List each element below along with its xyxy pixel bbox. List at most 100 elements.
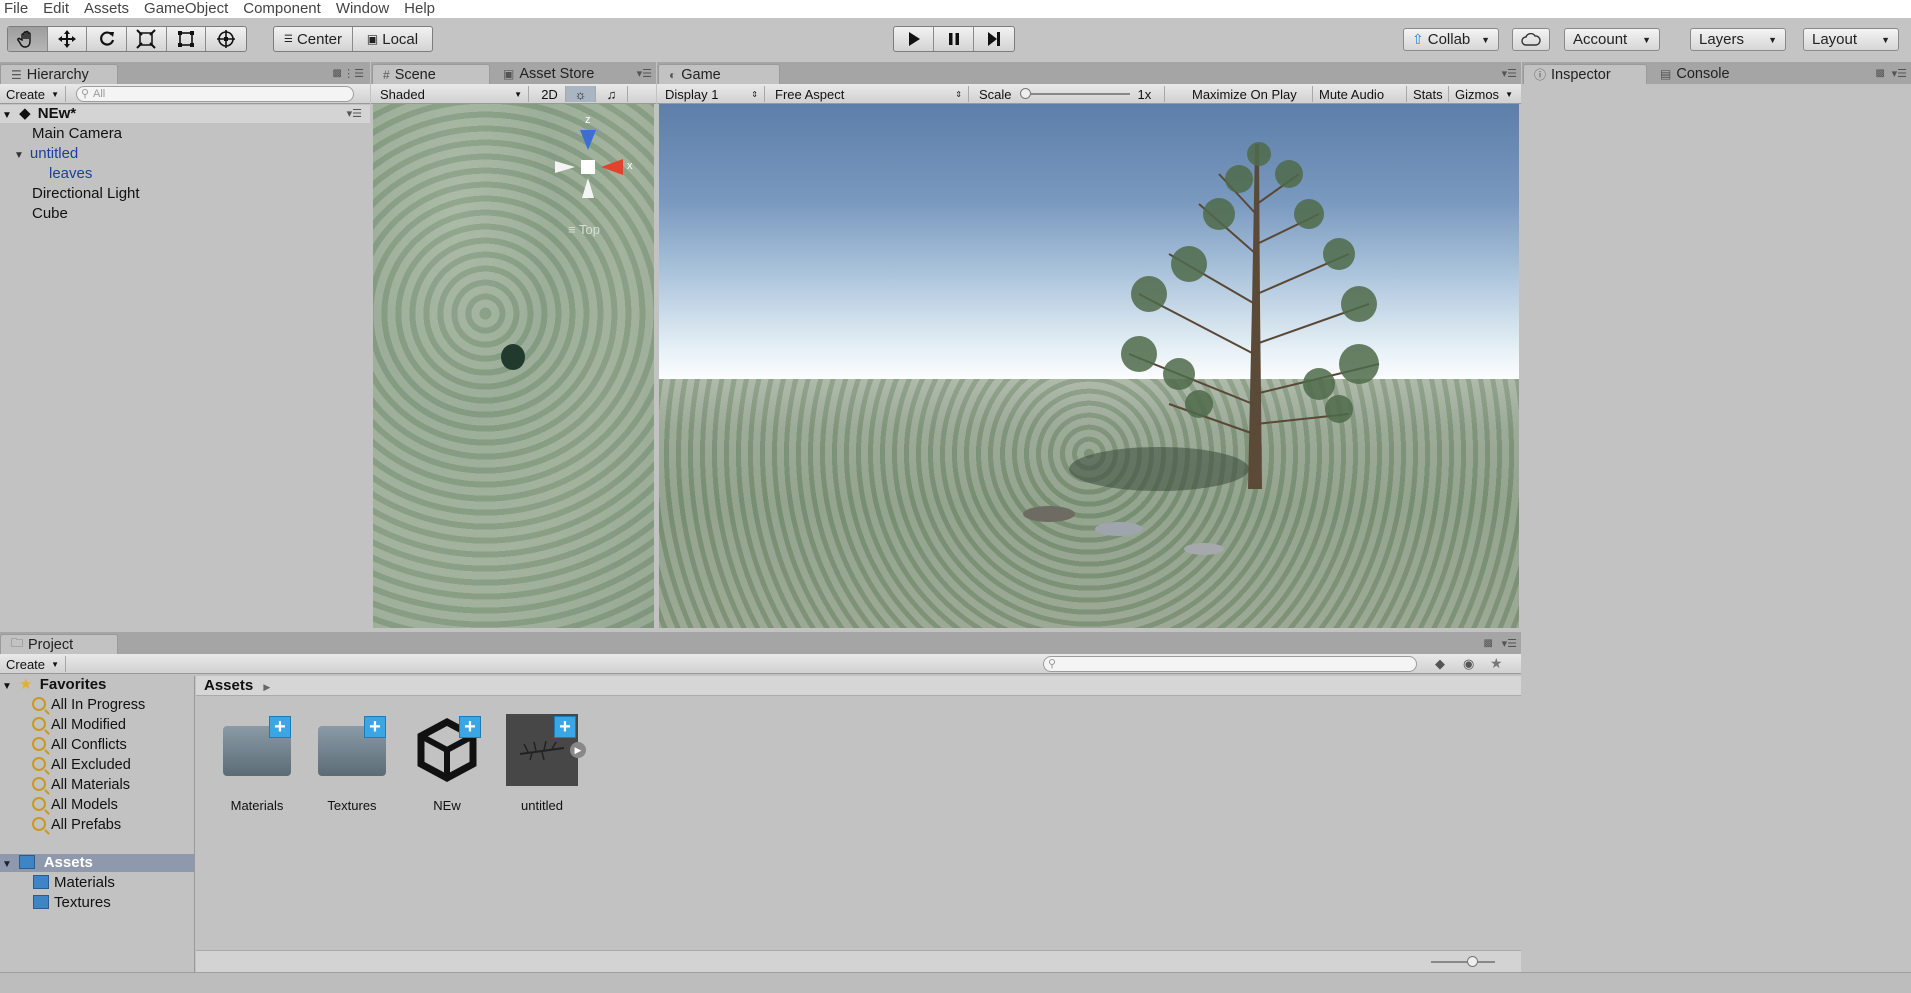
- panel-menu-icon[interactable]: ▾☰: [1892, 67, 1907, 80]
- gizmo-x-cone[interactable]: [601, 159, 623, 175]
- toggle-2d-button[interactable]: 2D: [534, 86, 566, 102]
- hierarchy-item-untitled[interactable]: ▼ untitled: [14, 145, 78, 163]
- rect-tool-button[interactable]: [167, 27, 207, 51]
- scene-tabbar: # Scene ▣ Asset Store ▾☰: [371, 62, 656, 84]
- gizmo-neg-x-cone[interactable]: [555, 161, 575, 173]
- mute-audio-toggle[interactable]: Mute Audio: [1313, 86, 1407, 102]
- favorite-all-prefabs[interactable]: All Prefabs: [32, 816, 121, 834]
- favorite-all-conflicts[interactable]: All Conflicts: [32, 736, 127, 754]
- search-by-type-icon[interactable]: ◆: [1435, 656, 1445, 672]
- assets-folder-textures[interactable]: Textures: [33, 894, 111, 912]
- menu-help[interactable]: Help: [398, 0, 444, 18]
- asset-tile-materials[interactable]: + Materials: [216, 714, 298, 813]
- thumbnail-size-slider[interactable]: [1431, 956, 1495, 967]
- collab-dropdown[interactable]: ⇧ Collab ▼: [1403, 28, 1499, 51]
- pause-button[interactable]: [934, 27, 974, 51]
- panel-menu-icon[interactable]: ▾☰: [1502, 637, 1517, 650]
- hand-tool-button[interactable]: [8, 27, 48, 51]
- play-button[interactable]: [894, 27, 935, 51]
- stats-toggle[interactable]: Stats: [1407, 86, 1449, 102]
- favorite-star-icon[interactable]: ★: [1490, 655, 1503, 672]
- rotate-tool-button[interactable]: [87, 27, 128, 51]
- gizmos-dropdown[interactable]: Gizmos ▼: [1449, 86, 1519, 102]
- lock-icon[interactable]: ▩: [333, 68, 342, 79]
- gizmo-z-cone[interactable]: [580, 130, 596, 150]
- hierarchy-create-dropdown[interactable]: Create ▼: [0, 86, 66, 102]
- tab-asset-store[interactable]: ▣ Asset Store: [493, 64, 623, 84]
- menu-assets[interactable]: Assets: [78, 0, 138, 18]
- tab-hierarchy[interactable]: ☰ Hierarchy: [0, 64, 118, 84]
- breadcrumb-assets[interactable]: Assets: [204, 677, 253, 694]
- tab-inspector-label: Inspector: [1551, 66, 1611, 83]
- add-icon[interactable]: +: [364, 716, 386, 738]
- menu-gameobject[interactable]: GameObject: [138, 0, 237, 18]
- layers-dropdown[interactable]: Layers ▼: [1690, 28, 1786, 51]
- scene-menu-icon[interactable]: ▾☰: [347, 105, 362, 123]
- scene-audio-toggle[interactable]: ♫: [596, 86, 628, 102]
- tab-scene[interactable]: # Scene: [372, 64, 490, 84]
- transform-all-tool-button[interactable]: [206, 27, 246, 51]
- assets-folder-materials[interactable]: Materials: [33, 874, 115, 892]
- add-icon[interactable]: +: [554, 716, 576, 738]
- game-viewport[interactable]: [659, 104, 1519, 628]
- layout-dropdown[interactable]: Layout ▼: [1803, 28, 1899, 51]
- hierarchy-search-input[interactable]: ⚲ All: [76, 86, 354, 102]
- pivot-local-button[interactable]: ▣ Local: [353, 27, 432, 51]
- favorites-header[interactable]: ▼ ★ Favorites: [0, 676, 106, 694]
- project-search-input[interactable]: ⚲: [1043, 656, 1417, 672]
- panel-menu-icon[interactable]: ▾☰: [1502, 67, 1517, 80]
- asset-tile-textures[interactable]: + Textures: [311, 714, 393, 813]
- cloud-services-button[interactable]: [1512, 28, 1550, 51]
- hierarchy-item-cube[interactable]: Cube: [32, 205, 68, 223]
- thumbnail-size-slider-thumb[interactable]: [1467, 956, 1478, 967]
- project-create-dropdown[interactable]: Create ▼: [0, 656, 66, 672]
- step-button[interactable]: [974, 27, 1014, 51]
- tab-project[interactable]: 🗀 Project: [0, 634, 118, 654]
- move-tool-button[interactable]: [48, 27, 88, 51]
- search-by-label-icon[interactable]: ◉: [1463, 656, 1474, 672]
- scene-gizmo[interactable]: z x ≡ Top: [553, 114, 643, 237]
- maximize-on-play-toggle[interactable]: Maximize On Play: [1186, 86, 1313, 102]
- menu-window[interactable]: Window: [330, 0, 398, 18]
- menu-component[interactable]: Component: [237, 0, 330, 18]
- favorite-all-in-progress[interactable]: All In Progress: [32, 696, 145, 714]
- pivot-center-button[interactable]: ☰ Center: [274, 27, 353, 51]
- menu-file[interactable]: File: [0, 0, 37, 18]
- add-icon[interactable]: +: [269, 716, 291, 738]
- scene-lighting-toggle[interactable]: ☼: [566, 86, 596, 102]
- aspect-dropdown[interactable]: Free Aspect ⇕: [769, 86, 969, 102]
- hierarchy-item-leaves[interactable]: leaves: [49, 165, 92, 183]
- gizmo-center-cube[interactable]: [581, 160, 595, 174]
- assets-root-row[interactable]: ▼ Assets: [0, 854, 194, 872]
- gizmo-neg-z-cone[interactable]: [582, 178, 594, 198]
- asset-tile-new-scene[interactable]: + NEw: [406, 714, 488, 813]
- account-dropdown[interactable]: Account ▼: [1564, 28, 1660, 51]
- scene-viewport[interactable]: z x ≡ Top: [373, 104, 654, 628]
- asset-tile-label: untitled: [521, 798, 563, 813]
- scale-tool-button[interactable]: [127, 27, 167, 51]
- favorite-all-excluded[interactable]: All Excluded: [32, 756, 131, 774]
- favorite-all-materials[interactable]: All Materials: [32, 776, 130, 794]
- hierarchy-item-directional-light[interactable]: Directional Light: [32, 185, 140, 203]
- scene-root-row[interactable]: ▼ ◆ NEw* ▾☰: [0, 105, 370, 123]
- lock-icon[interactable]: ▩: [1876, 68, 1885, 79]
- panel-menu-icon[interactable]: ▾☰: [637, 67, 652, 80]
- expand-play-icon[interactable]: ▶: [570, 742, 586, 758]
- display-dropdown[interactable]: Display 1 ⇕: [659, 86, 765, 102]
- menu-edit[interactable]: Edit: [37, 0, 78, 18]
- tab-console[interactable]: ▤ Console: [1650, 64, 1760, 84]
- gizmo-view-label[interactable]: ≡ Top: [568, 222, 600, 237]
- add-icon[interactable]: +: [459, 716, 481, 738]
- tab-inspector[interactable]: ⓘ Inspector: [1523, 64, 1647, 84]
- favorite-all-modified[interactable]: All Modified: [32, 716, 126, 734]
- asset-tile-untitled-model[interactable]: + ▶ untitled: [501, 714, 586, 813]
- shading-mode-dropdown[interactable]: Shaded ▼: [374, 86, 529, 102]
- panel-menu-icon[interactable]: ⋮☰: [343, 67, 364, 80]
- hierarchy-item-main-camera[interactable]: Main Camera: [32, 125, 122, 143]
- lock-icon[interactable]: ▩: [1484, 638, 1493, 649]
- tree-model: [1023, 142, 1380, 555]
- favorite-all-models[interactable]: All Models: [32, 796, 118, 814]
- scale-slider-thumb[interactable]: [1019, 88, 1031, 99]
- scale-slider[interactable]: [1019, 88, 1130, 99]
- tab-game[interactable]: ◐ Game: [658, 64, 780, 84]
